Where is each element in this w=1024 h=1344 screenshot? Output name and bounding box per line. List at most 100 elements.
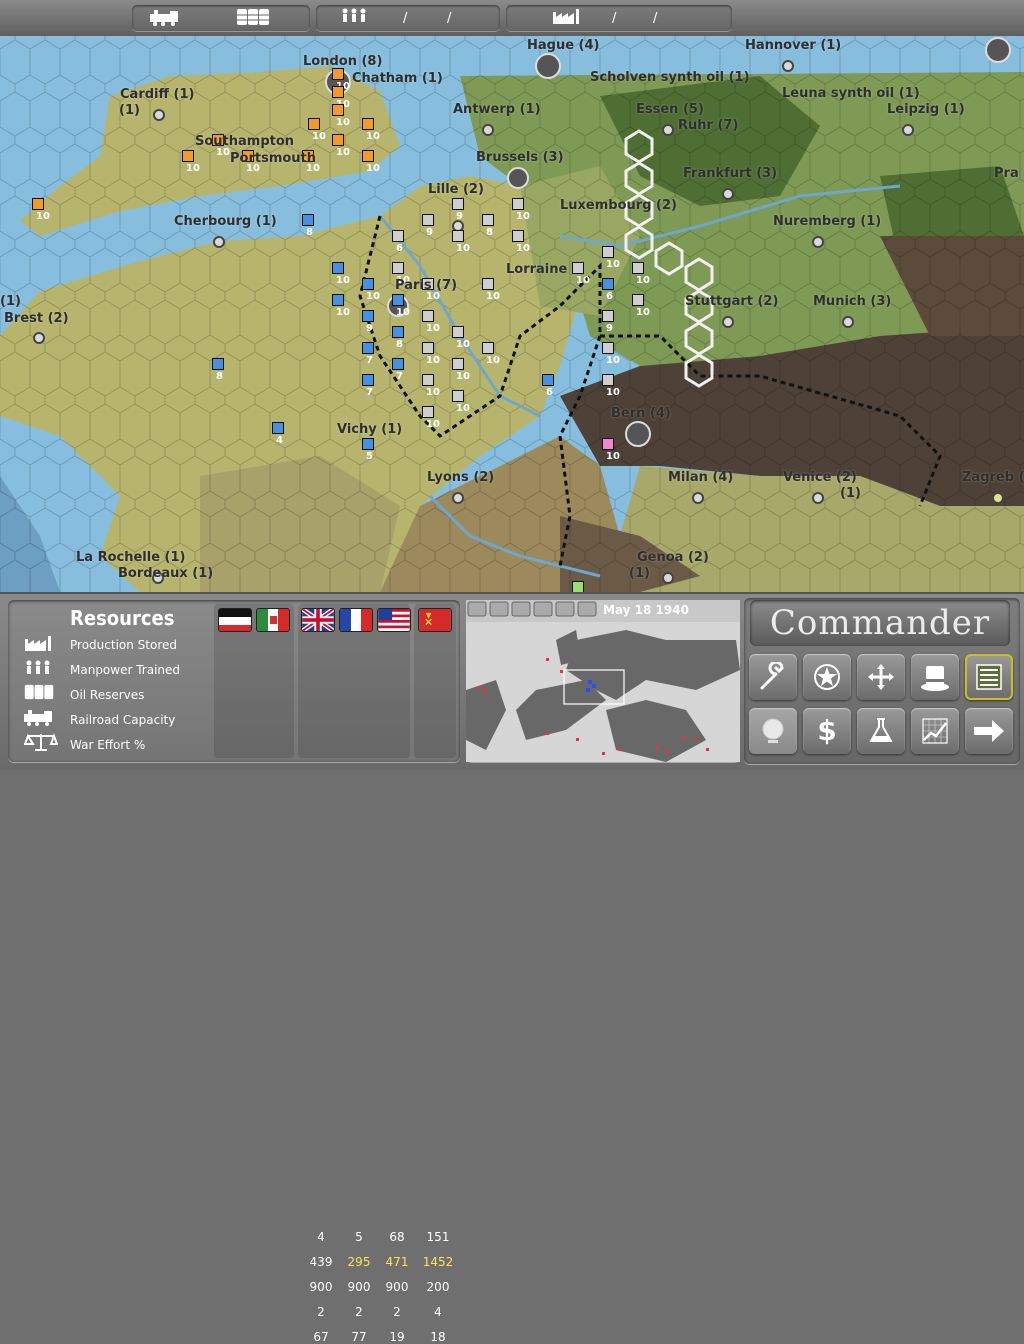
unit-strength: 10 xyxy=(36,211,50,222)
city-label: Vichy (1) xyxy=(337,422,403,437)
map-unit[interactable] xyxy=(272,422,284,434)
italy-flag[interactable] xyxy=(256,608,290,632)
map-unit[interactable] xyxy=(362,310,374,322)
map-unit[interactable] xyxy=(602,310,614,322)
map-unit[interactable] xyxy=(332,262,344,274)
map-unit[interactable] xyxy=(632,294,644,306)
move-button[interactable] xyxy=(857,654,905,700)
city-label: Hannover (1) xyxy=(745,38,842,53)
star-icon xyxy=(814,664,840,690)
unit-strength: 10 xyxy=(636,275,650,286)
map-unit[interactable] xyxy=(452,198,464,210)
france-flag[interactable] xyxy=(339,608,373,632)
map-unit[interactable] xyxy=(332,294,344,306)
city-label: Southampton xyxy=(195,134,295,149)
resource-label-oil: Oil Reserves xyxy=(70,688,145,702)
research-button[interactable] xyxy=(857,708,905,754)
map-unit[interactable] xyxy=(542,374,554,386)
map-unit[interactable] xyxy=(482,278,494,290)
map-unit[interactable] xyxy=(512,198,524,210)
star-button[interactable] xyxy=(803,654,851,700)
map-unit[interactable] xyxy=(362,438,374,450)
usa-flag[interactable] xyxy=(377,608,411,632)
list-icon xyxy=(976,664,1002,690)
city-label: (1) xyxy=(0,294,21,309)
map-unit[interactable] xyxy=(452,358,464,370)
map-unit[interactable] xyxy=(392,230,404,242)
map-unit[interactable] xyxy=(392,326,404,338)
map-unit[interactable] xyxy=(632,262,644,274)
wrench-button[interactable] xyxy=(749,654,797,700)
map-unit[interactable] xyxy=(602,342,614,354)
diplomacy-button[interactable] xyxy=(911,654,959,700)
map-unit[interactable] xyxy=(422,214,434,226)
factory-icon xyxy=(25,636,51,651)
map-unit[interactable] xyxy=(392,358,404,370)
unit-strength: 9 xyxy=(456,211,463,222)
map-unit[interactable] xyxy=(602,438,614,450)
map-unit[interactable] xyxy=(392,294,404,306)
map-unit[interactable] xyxy=(332,134,344,146)
unit-strength: 10 xyxy=(336,147,350,158)
map-unit[interactable] xyxy=(362,118,374,130)
unit-strength: 10 xyxy=(606,387,620,398)
germany-flag[interactable] xyxy=(218,608,252,632)
map-unit[interactable] xyxy=(512,230,524,242)
map-unit[interactable] xyxy=(422,342,434,354)
map-unit[interactable] xyxy=(362,374,374,386)
map-unit[interactable] xyxy=(452,390,464,402)
reports-button[interactable] xyxy=(965,654,1013,700)
map-unit[interactable] xyxy=(452,230,464,242)
resource-value: 4 xyxy=(434,1305,442,1319)
map-unit[interactable] xyxy=(332,104,344,116)
minimap-panel[interactable] xyxy=(466,600,740,762)
globe-icon xyxy=(762,718,784,743)
unit-strength: 10 xyxy=(576,275,590,286)
city-label: Nuremberg (1) xyxy=(773,214,882,229)
ussr-flag[interactable] xyxy=(418,608,452,632)
map-unit[interactable] xyxy=(602,374,614,386)
city-label: (1) xyxy=(840,486,861,501)
map-unit[interactable] xyxy=(392,262,404,274)
train-icon xyxy=(150,10,178,26)
map-unit[interactable] xyxy=(32,198,44,210)
unit-strength: 10 xyxy=(426,387,440,398)
map-unit[interactable] xyxy=(602,246,614,258)
map-unit[interactable] xyxy=(452,326,464,338)
city-label: Brest (2) xyxy=(4,311,69,326)
oil-barrels-icon xyxy=(237,9,269,25)
finance-button[interactable]: $ xyxy=(803,708,851,754)
map-unit[interactable] xyxy=(362,278,374,290)
city-label: Venice (2) xyxy=(783,470,857,485)
uk-flag[interactable] xyxy=(301,608,335,632)
map-unit[interactable] xyxy=(572,581,584,592)
strategic-map[interactable]: 10 10 10 10 10 10 10 10 10 10 10 10 8 10 10 10 10 9 8 7 7 7 4 5… xyxy=(0,36,1024,592)
resource-value: 900 xyxy=(347,1280,371,1294)
map-unit[interactable] xyxy=(482,214,494,226)
map-unit[interactable] xyxy=(572,262,584,274)
statistics-button[interactable] xyxy=(911,708,959,754)
resource-value: 2 xyxy=(355,1305,363,1319)
map-unit[interactable] xyxy=(422,310,434,322)
unit-strength: 10 xyxy=(456,403,470,414)
unit-strength: 10 xyxy=(516,243,530,254)
resource-value: 2 xyxy=(317,1305,325,1319)
resource-value: 18 xyxy=(430,1330,446,1344)
map-unit[interactable] xyxy=(182,150,194,162)
map-unit[interactable] xyxy=(332,86,344,98)
map-unit[interactable] xyxy=(482,342,494,354)
map-unit[interactable] xyxy=(332,68,344,80)
map-unit[interactable] xyxy=(212,358,224,370)
production-segment xyxy=(506,5,732,31)
map-unit[interactable] xyxy=(422,406,434,418)
map-unit[interactable] xyxy=(302,214,314,226)
resource-value: 67 xyxy=(313,1330,329,1344)
map-unit[interactable] xyxy=(422,374,434,386)
unit-strength: 10 xyxy=(456,243,470,254)
map-unit[interactable] xyxy=(602,278,614,290)
end-turn-button[interactable] xyxy=(965,708,1013,754)
map-unit[interactable] xyxy=(308,118,320,130)
map-unit[interactable] xyxy=(362,150,374,162)
map-unit[interactable] xyxy=(362,342,374,354)
globe-button[interactable] xyxy=(749,708,797,754)
